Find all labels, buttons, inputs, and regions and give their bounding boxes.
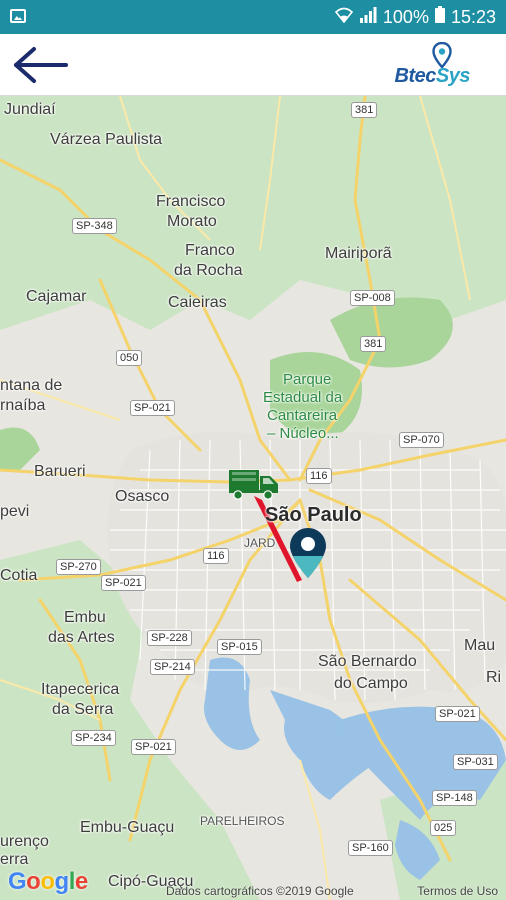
road-shield: SP-021: [435, 706, 480, 722]
road-shield: SP-234: [71, 730, 116, 746]
terms-of-use-link[interactable]: Termos de Uso: [417, 884, 498, 898]
google-logo: Google: [8, 868, 88, 895]
label-parque-3: Cantareira: [267, 407, 338, 424]
label-franco-2: da Rocha: [174, 262, 243, 279]
road-shield: SP-021: [101, 575, 146, 591]
label-jundiai: Jundiaí: [4, 101, 56, 118]
label-embu-2: das Artes: [48, 629, 115, 646]
label-francisco-1: Francisco: [156, 193, 226, 210]
battery-percent: 100%: [382, 6, 429, 27]
road-shield: SP-021: [130, 400, 175, 416]
road-shield: SP-148: [432, 790, 477, 806]
signal-icon: [359, 6, 377, 28]
label-pevi: pevi: [0, 503, 30, 520]
label-lourenco-2: erra: [0, 851, 29, 868]
label-varzea: Várzea Paulista: [50, 131, 163, 148]
label-itapecerica-1: Itapecerica: [41, 681, 120, 698]
back-button[interactable]: [12, 46, 70, 84]
truck-marker[interactable]: [228, 468, 280, 500]
label-embu-guacu: Embu-Guaçu: [80, 819, 175, 836]
road-shield: SP-031: [453, 754, 498, 770]
label-cajamar: Cajamar: [26, 288, 87, 305]
label-lourenco-1: urenço: [0, 833, 49, 850]
map-pin-icon: [290, 528, 326, 578]
label-sao-paulo: São Paulo: [265, 504, 362, 526]
arrow-left-icon: [14, 47, 68, 83]
road-shield: SP-021: [131, 739, 176, 755]
label-sbc-1: São Bernardo: [318, 653, 417, 670]
label-maua: Mau: [464, 637, 496, 654]
destination-pin[interactable]: [288, 526, 328, 580]
label-franco-1: Franco: [185, 242, 235, 259]
label-santana-1: ntana de: [0, 377, 63, 394]
image-notification-icon: [10, 9, 26, 23]
road-shield: 381: [360, 336, 387, 352]
label-rib: Ri: [486, 669, 502, 686]
app-bar: BtecSys: [0, 34, 506, 96]
road-shield: 116: [203, 548, 229, 564]
map-attribution: Dados cartográficos ©2019 Google: [166, 884, 354, 898]
battery-icon: [434, 6, 445, 28]
truck-icon: [229, 470, 278, 500]
label-mairipora: Mairiporã: [325, 245, 392, 262]
label-itapecerica-2: da Serra: [52, 701, 114, 718]
road-shield: 050: [116, 350, 143, 366]
road-shield: SP-070: [399, 432, 444, 448]
road-shield: SP-270: [56, 559, 101, 575]
label-sbc-2: do Campo: [334, 675, 408, 692]
road-shield: 025: [430, 820, 457, 836]
label-parque-1: Parque: [283, 371, 332, 388]
map-view[interactable]: Jundiaí Várzea Paulista Francisco Morato…: [0, 96, 506, 900]
clock: 15:23: [450, 6, 496, 27]
road-shield: SP-015: [217, 639, 262, 655]
wifi-icon: [334, 7, 354, 28]
label-francisco-2: Morato: [167, 213, 217, 230]
label-embu-1: Embu: [64, 609, 106, 626]
road-shield: SP-008: [350, 290, 395, 306]
label-caieiras: Caieiras: [168, 294, 227, 311]
road-shield: 116: [306, 468, 332, 484]
road-shield: SP-348: [72, 218, 117, 234]
label-santana-2: rnaíba: [0, 397, 46, 414]
status-bar: 100% 15:23: [0, 0, 506, 34]
label-parque-2: Estadual da: [263, 389, 343, 406]
label-jard: JARD: [244, 536, 276, 550]
label-cotia: Cotia: [0, 567, 38, 584]
road-shield: SP-214: [150, 659, 195, 675]
btecsys-logo: BtecSys: [390, 42, 471, 90]
road-shield: 381: [351, 102, 378, 118]
label-parque-4: – Núcleo...: [267, 425, 339, 442]
road-shield: SP-160: [348, 840, 393, 856]
road-shield: SP-228: [147, 630, 192, 646]
label-barueri: Barueri: [34, 463, 86, 480]
label-parelheiros: PARELHEIROS: [200, 814, 285, 828]
label-osasco: Osasco: [115, 488, 170, 505]
logo-text: BtecSys: [394, 65, 471, 87]
status-icons: 100% 15:23: [334, 0, 496, 34]
